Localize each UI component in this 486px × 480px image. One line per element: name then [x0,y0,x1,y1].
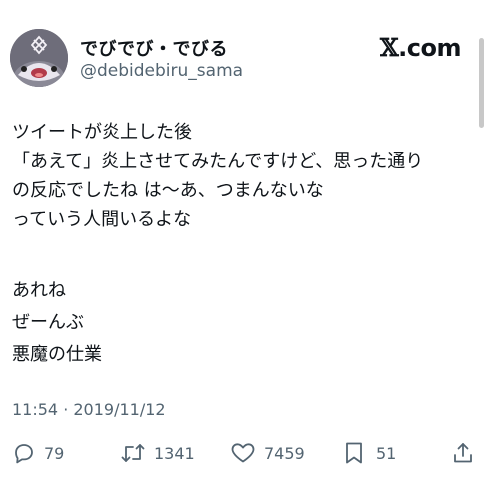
share-button[interactable] [452,440,474,466]
reply-count: 79 [44,443,65,463]
brand-logo: 𝕏.com [380,33,461,62]
reply-button[interactable]: 79 [12,440,64,466]
tweet-line: 「あえて」炎上させてみたんですけど、思った通り [12,151,424,172]
reply-icon [12,441,36,465]
tweet-line: の反応でしたね は〜あ、つまんないな [12,180,324,201]
bookmark-count: 51 [376,443,397,463]
tweet-timestamp[interactable]: 11:54 · 2019/11/12 [12,400,166,419]
bookmark-button[interactable]: 51 [344,440,396,466]
display-name[interactable]: でびでび・でびる [80,35,228,61]
tweet-line: ぜーんぶ [12,312,84,333]
retweet-count: 1341 [154,443,195,463]
user-handle[interactable]: @debidebiru_sama [80,61,243,81]
retweet-icon [120,441,146,465]
avatar[interactable] [10,29,68,87]
like-button[interactable]: 7459 [230,440,305,466]
tweet-line: あれね [12,280,66,301]
like-count: 7459 [264,443,305,463]
heart-icon [230,441,256,465]
tweet-line: ツイートが炎上した後 [12,122,192,143]
tweet-line: 悪魔の仕業 [12,344,102,365]
tweet-line: っていう人間いるよな [12,209,192,230]
bookmark-icon [344,441,364,465]
avatar-image [10,29,68,87]
scrollbar[interactable] [479,38,484,128]
brand-suffix: .com [398,34,461,62]
x-logo-icon: 𝕏 [380,33,399,62]
retweet-button[interactable]: 1341 [120,440,195,466]
share-icon [452,441,474,465]
